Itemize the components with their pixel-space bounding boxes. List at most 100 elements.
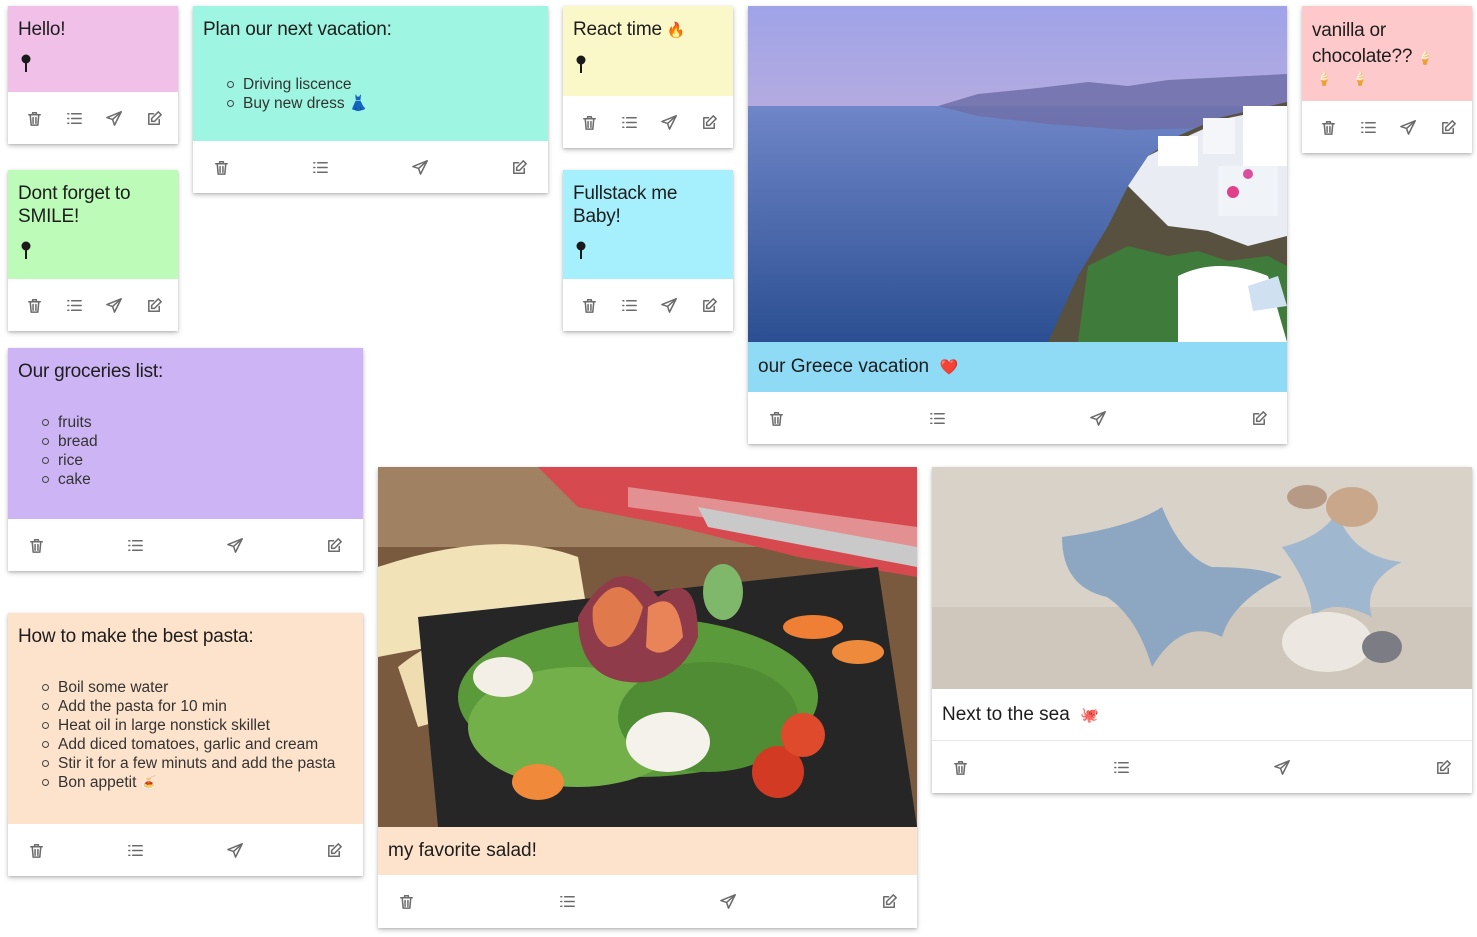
edit-icon [702,297,717,312]
edit-button[interactable] [325,840,345,860]
list-button[interactable] [64,295,84,315]
send-button[interactable] [659,112,679,132]
todo-item-text: Stir it for a few minuts and add the pas… [58,755,336,772]
list-button[interactable] [619,112,639,132]
edit-button[interactable] [879,891,899,911]
list-button[interactable] [1358,117,1378,137]
todo-item[interactable]: cake [42,470,353,489]
todo-item[interactable]: bread [42,432,353,451]
send-button[interactable] [104,295,124,315]
send-button[interactable] [104,108,124,128]
note-hello[interactable]: Hello! [8,6,178,144]
send-button[interactable] [1273,757,1293,777]
trash-icon [953,760,967,775]
send-icon [226,537,243,553]
edit-icon [513,159,528,174]
note-hello-body[interactable]: Hello! [8,6,178,92]
note-pasta[interactable]: How to make the best pasta: Boil some wa… [8,613,363,876]
send-button[interactable] [1398,117,1418,137]
edit-button[interactable] [144,295,164,315]
edit-button[interactable] [325,535,345,555]
note-greece[interactable]: our Greece vacation ❤️ [748,6,1287,444]
send-button[interactable] [659,295,679,315]
list-button[interactable] [126,535,146,555]
note-fullstack-body[interactable]: Fullstack me Baby! [563,170,733,279]
trash-button[interactable] [950,757,970,777]
edit-icon [328,842,343,857]
send-button[interactable] [718,891,738,911]
note-react-body[interactable]: React time 🔥 [563,6,733,96]
todo-item[interactable]: Buy new dress 👗 [227,94,538,113]
note-groceries[interactable]: Our groceries list: fruits bread rice ca… [8,348,363,571]
trash-icon [27,298,41,313]
note-vacation[interactable]: Plan our next vacation: Driving liscence… [193,6,548,193]
pin-icon[interactable] [20,53,32,73]
note-title: Hello! [18,19,66,40]
edit-button[interactable] [1434,757,1454,777]
todo-item[interactable]: fruits [42,413,353,432]
trash-button[interactable] [766,408,786,428]
note-vanilla-body[interactable]: vanilla or chocolate?? 🍦 🍦 🍦 [1302,6,1472,101]
todo-item-text: Buy new dress [243,95,345,112]
list-button[interactable] [311,157,331,177]
trash-button[interactable] [26,840,46,860]
edit-button[interactable] [699,295,719,315]
pin-icon[interactable] [575,54,587,74]
note-smile[interactable]: Dont forget to SMILE! [8,170,178,331]
note-pasta-body[interactable]: How to make the best pasta: Boil some wa… [8,613,363,824]
send-button[interactable] [1088,408,1108,428]
send-button[interactable] [410,157,430,177]
list-button[interactable] [126,840,146,860]
trash-button[interactable] [24,108,44,128]
note-smile-body[interactable]: Dont forget to SMILE! [8,170,178,279]
edit-icon [1252,410,1267,425]
send-icon [226,842,243,858]
send-icon [105,110,122,126]
note-title: vanilla or chocolate?? 🍦 [1312,18,1462,72]
todo-item[interactable]: Add diced tomatoes, garlic and cream [42,735,353,754]
todo-item[interactable]: rice [42,451,353,470]
pin-icon[interactable] [20,240,32,260]
trash-button[interactable] [579,112,599,132]
todo-item[interactable]: Bon appetit 🍝 [42,773,353,793]
note-fullstack[interactable]: Fullstack me Baby! [563,170,733,331]
list-button[interactable] [927,408,947,428]
todo-item[interactable]: Add the pasta for 10 min [42,697,353,716]
list-button[interactable] [619,295,639,315]
trash-button[interactable] [26,535,46,555]
note-vacation-body[interactable]: Plan our next vacation: Driving liscence… [193,6,548,141]
todo-item[interactable]: Stir it for a few minuts and add the pas… [42,754,353,773]
trash-button[interactable] [1318,117,1338,137]
trash-button[interactable] [579,295,599,315]
note-react[interactable]: React time 🔥 [563,6,733,148]
list-icon [621,116,637,128]
list-icon [66,112,82,124]
note-sea[interactable]: Next to the sea 🐙 [932,467,1472,793]
trash-button[interactable] [24,295,44,315]
note-caption: my favorite salad! [378,827,917,875]
trash-icon [582,115,596,130]
edit-button[interactable] [144,108,164,128]
note-toolbar [8,824,363,876]
edit-button[interactable] [1438,117,1458,137]
note-title-text: React time [573,19,662,40]
trash-button[interactable] [396,891,416,911]
send-button[interactable] [225,840,245,860]
note-salad[interactable]: my favorite salad! [378,467,917,928]
list-icon [128,844,144,856]
note-groceries-body[interactable]: Our groceries list: fruits bread rice ca… [8,348,363,519]
edit-button[interactable] [1249,408,1269,428]
todo-item[interactable]: Boil some water [42,678,353,697]
edit-button[interactable] [699,112,719,132]
list-button[interactable] [64,108,84,128]
send-button[interactable] [225,535,245,555]
todo-item[interactable]: Driving liscence [227,75,538,94]
edit-button[interactable] [510,157,530,177]
pin-icon[interactable] [575,240,587,260]
list-button[interactable] [557,891,577,911]
note-title: Fullstack me Baby! [573,183,678,227]
note-vanilla[interactable]: vanilla or chocolate?? 🍦 🍦 🍦 [1302,6,1472,153]
todo-item[interactable]: Heat oil in large nonstick skillet [42,716,353,735]
list-button[interactable] [1111,757,1131,777]
trash-button[interactable] [211,157,231,177]
